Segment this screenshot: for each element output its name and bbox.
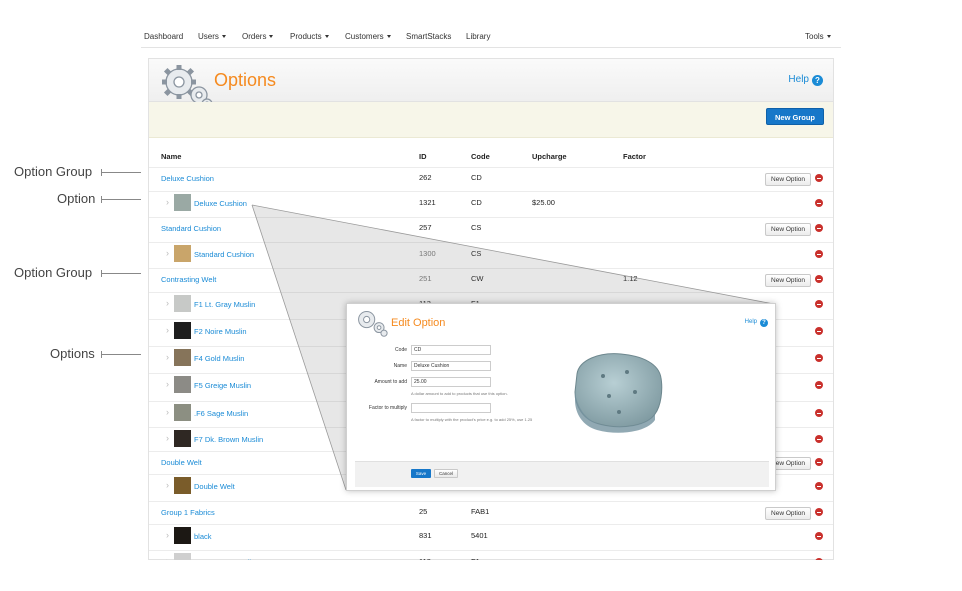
modal-footer: Save Cancel [355,461,769,487]
zoom-callout-shape [251,204,775,491]
name-field[interactable]: Deluxe Cushion [411,361,491,371]
code-label: Code [395,347,407,353]
gears-icon [358,310,388,337]
factor-field[interactable] [411,403,491,413]
amount-label: Amount to add [374,379,407,385]
help-icon: ? [760,319,768,327]
factor-help-text: A factor to multiply with the product's … [411,417,533,422]
factor-label: Factor to multiply [368,405,407,411]
modal-header: Edit Option Help? [347,304,775,339]
edit-option-modal: Edit Option Help? Code CD Name Deluxe Cu… [346,303,776,491]
amount-field[interactable]: 25.00 [411,377,491,387]
save-button[interactable]: Save [411,469,431,478]
code-field[interactable]: CD [411,345,491,355]
amount-help-text: A dollar amount to add to products that … [411,391,508,396]
name-label: Name [393,363,407,369]
modal-help-link[interactable]: Help? [745,319,768,327]
modal-help-label: Help [744,319,757,325]
modal-title: Edit Option [391,317,446,329]
cancel-button[interactable]: Cancel [434,469,458,478]
cushion-image [574,353,663,433]
